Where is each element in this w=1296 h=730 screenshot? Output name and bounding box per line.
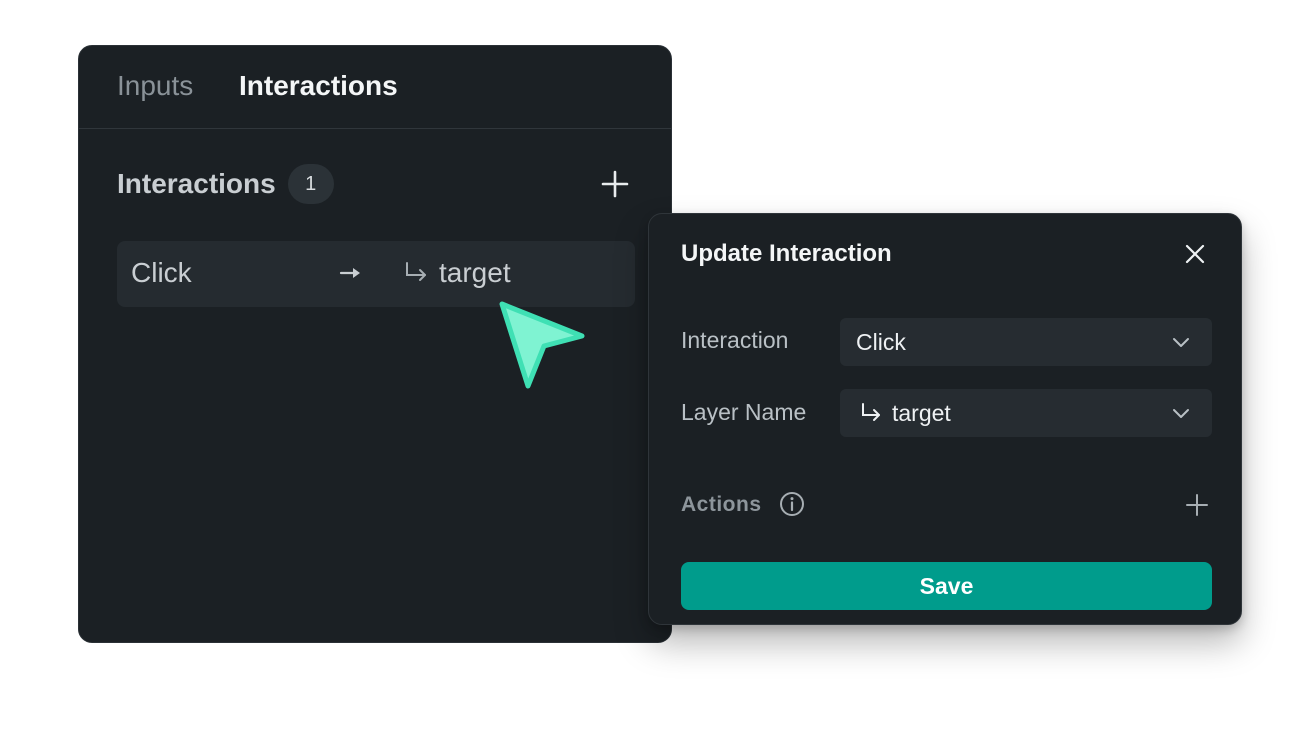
section-title: Interactions	[117, 168, 276, 199]
modal-title: Update Interaction	[681, 240, 892, 267]
layer-name-field-label: Layer Name	[681, 399, 807, 425]
info-icon[interactable]	[779, 491, 805, 517]
close-icon	[1185, 244, 1205, 264]
interaction-list-item[interactable]: Click target	[117, 241, 635, 307]
add-icon	[601, 170, 629, 198]
save-button[interactable]: Save	[681, 562, 1212, 610]
panel-tabs: Inputs Interactions	[79, 46, 671, 129]
actions-label: Actions	[681, 493, 762, 516]
add-interaction-button[interactable]	[599, 168, 631, 200]
cursor-icon	[499, 301, 585, 389]
interaction-field-label: Interaction	[681, 327, 789, 353]
layer-name-select-value: target	[892, 400, 951, 426]
chevron-down-icon	[1173, 338, 1189, 347]
interactions-section-header: Interactions 1	[117, 164, 334, 204]
arrow-right-icon	[339, 268, 360, 278]
chevron-down-icon	[1173, 409, 1189, 418]
add-icon	[1186, 494, 1208, 516]
layer-name-select[interactable]: target	[840, 389, 1212, 437]
interaction-count-badge: 1	[287, 164, 334, 204]
add-action-button[interactable]	[1185, 493, 1209, 517]
layer-link-icon	[406, 262, 426, 281]
interaction-target: target	[439, 257, 511, 288]
interaction-trigger: Click	[131, 257, 192, 288]
interaction-select[interactable]: Click	[840, 318, 1212, 366]
close-button[interactable]	[1183, 242, 1207, 266]
layer-link-icon	[862, 403, 880, 421]
tab-interactions[interactable]: Interactions	[239, 68, 398, 104]
update-interaction-modal: Update Interaction Interaction Click Lay…	[648, 213, 1242, 625]
interaction-select-value: Click	[856, 329, 906, 355]
tab-inputs[interactable]: Inputs	[117, 68, 193, 104]
